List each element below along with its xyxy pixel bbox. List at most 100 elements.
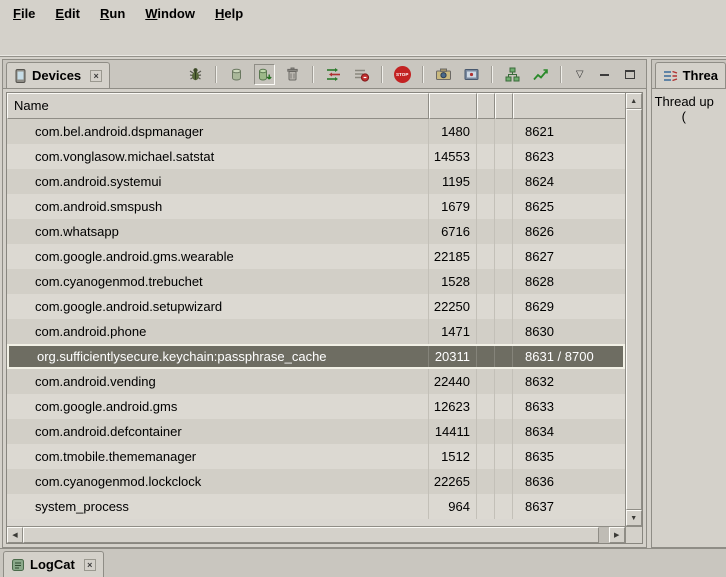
process-row[interactable]: com.android.vending224408632 bbox=[7, 369, 625, 394]
stop-process-button[interactable]: STOP bbox=[392, 64, 413, 85]
process-pid: 14553 bbox=[429, 144, 477, 169]
menu-file[interactable]: File bbox=[4, 3, 44, 24]
main-toolbar bbox=[0, 26, 726, 57]
process-port: 8633 bbox=[513, 394, 625, 419]
toolbar-separator bbox=[381, 66, 383, 83]
process-name: com.android.smspush bbox=[7, 194, 429, 219]
column-header-empty[interactable] bbox=[477, 93, 495, 119]
cell-empty bbox=[477, 394, 495, 419]
scroll-left-arrow[interactable]: ◀ bbox=[7, 527, 23, 543]
horizontal-scroll-thumb[interactable] bbox=[23, 527, 599, 543]
process-name: com.google.android.setupwizard bbox=[7, 294, 429, 319]
scroll-down-arrow[interactable]: ▼ bbox=[626, 510, 642, 526]
process-row[interactable]: com.google.android.gms126238633 bbox=[7, 394, 625, 419]
process-port: 8626 bbox=[513, 219, 625, 244]
process-row[interactable]: com.cyanogenmod.trebuchet15288628 bbox=[7, 269, 625, 294]
debug-process-button[interactable] bbox=[185, 64, 206, 85]
cause-gc-button[interactable] bbox=[282, 64, 303, 85]
method-profiling-icon bbox=[353, 66, 370, 83]
process-name: com.android.vending bbox=[7, 369, 429, 394]
process-row[interactable]: com.android.smspush16798625 bbox=[7, 194, 625, 219]
process-row[interactable]: com.bel.android.dspmanager14808621 bbox=[7, 119, 625, 144]
process-row[interactable]: com.whatsapp67168626 bbox=[7, 219, 625, 244]
dump-hprof-button[interactable] bbox=[254, 64, 275, 85]
ui-hierarchy-button[interactable] bbox=[502, 64, 523, 85]
close-icon[interactable]: × bbox=[90, 70, 102, 82]
column-header-pid[interactable] bbox=[429, 93, 477, 119]
threads-message-line1: Thread up bbox=[655, 94, 726, 109]
systrace-button[interactable] bbox=[530, 64, 551, 85]
cell-empty bbox=[477, 219, 495, 244]
process-port: 8630 bbox=[513, 319, 625, 344]
scroll-up-arrow[interactable]: ▲ bbox=[626, 93, 642, 109]
tab-devices-label: Devices bbox=[32, 68, 81, 83]
process-name: com.bel.android.dspmanager bbox=[7, 119, 429, 144]
process-row[interactable]: com.tmobile.thememanager15128635 bbox=[7, 444, 625, 469]
update-heap-button[interactable] bbox=[226, 64, 247, 85]
process-row[interactable]: system_process9648637 bbox=[7, 494, 625, 519]
process-name: com.vonglasow.michael.satstat bbox=[7, 144, 429, 169]
process-port: 8636 bbox=[513, 469, 625, 494]
process-row[interactable]: com.google.android.gms.wearable221858627 bbox=[7, 244, 625, 269]
screen-capture-button[interactable] bbox=[433, 64, 454, 85]
cell-empty bbox=[495, 169, 513, 194]
process-pid: 964 bbox=[429, 494, 477, 519]
process-name: com.google.android.gms.wearable bbox=[7, 244, 429, 269]
vertical-scrollbar[interactable]: ▲ ▼ bbox=[625, 93, 642, 526]
cell-empty bbox=[477, 444, 495, 469]
process-name: com.android.defcontainer bbox=[7, 419, 429, 444]
process-row[interactable]: com.vonglasow.michael.satstat145538623 bbox=[7, 144, 625, 169]
heap-cylinder-icon bbox=[228, 66, 245, 83]
column-header-port[interactable] bbox=[513, 93, 625, 119]
process-pid: 1679 bbox=[429, 194, 477, 219]
update-threads-button[interactable] bbox=[323, 64, 344, 85]
maximize-view-button[interactable] bbox=[621, 67, 639, 83]
threads-tabbar: Threa bbox=[652, 60, 726, 89]
tab-logcat[interactable]: LogCat × bbox=[3, 551, 104, 577]
toolbar-separator bbox=[215, 66, 217, 83]
process-row[interactable]: com.cyanogenmod.lockclock222658636 bbox=[7, 469, 625, 494]
tab-threads[interactable]: Threa bbox=[655, 62, 726, 89]
process-row[interactable]: com.android.defcontainer144118634 bbox=[7, 419, 625, 444]
cell-empty bbox=[477, 294, 495, 319]
devices-view: Devices × bbox=[2, 59, 647, 548]
process-row[interactable]: com.google.android.setupwizard222508629 bbox=[7, 294, 625, 319]
menu-edit[interactable]: Edit bbox=[46, 3, 89, 24]
menubar: FileEditRunWindowHelp bbox=[0, 0, 726, 26]
hprof-cylinder-icon bbox=[256, 66, 273, 83]
process-row[interactable]: com.android.phone14718630 bbox=[7, 319, 625, 344]
close-icon[interactable]: × bbox=[84, 559, 96, 571]
cell-empty bbox=[477, 269, 495, 294]
view-menu-button[interactable]: ▽ bbox=[571, 67, 589, 83]
column-header-name[interactable]: Name bbox=[7, 93, 429, 119]
cell-empty bbox=[495, 219, 513, 244]
threads-message-line2: ( bbox=[682, 109, 726, 124]
tab-threads-label: Threa bbox=[683, 68, 718, 83]
process-row[interactable]: com.android.systemui11958624 bbox=[7, 169, 625, 194]
process-row-selected[interactable]: org.sufficientlysecure.keychain:passphra… bbox=[7, 344, 625, 369]
scroll-right-arrow[interactable]: ▶ bbox=[609, 527, 625, 543]
cell-empty bbox=[477, 494, 495, 519]
menu-run[interactable]: Run bbox=[91, 3, 134, 24]
process-port: 8637 bbox=[513, 494, 625, 519]
cell-empty bbox=[477, 319, 495, 344]
process-name: com.whatsapp bbox=[7, 219, 429, 244]
screen-record-button[interactable] bbox=[461, 64, 482, 85]
method-profiling-button[interactable] bbox=[351, 64, 372, 85]
vertical-scroll-thumb[interactable] bbox=[626, 109, 642, 510]
cell-empty bbox=[495, 444, 513, 469]
cell-empty bbox=[495, 319, 513, 344]
process-pid: 22185 bbox=[429, 244, 477, 269]
maximize-icon bbox=[625, 70, 635, 79]
tab-devices[interactable]: Devices × bbox=[6, 62, 110, 89]
menu-window[interactable]: Window bbox=[136, 3, 204, 24]
horizontal-scrollbar[interactable]: ◀ ▶ bbox=[7, 527, 625, 543]
devices-tabbar: Devices × bbox=[3, 60, 646, 89]
scroll-trough[interactable] bbox=[599, 527, 609, 543]
minimize-view-button[interactable] bbox=[596, 67, 614, 83]
tab-logcat-label: LogCat bbox=[30, 557, 75, 572]
process-port: 8621 bbox=[513, 119, 625, 144]
column-header-empty[interactable] bbox=[495, 93, 513, 119]
menu-help[interactable]: Help bbox=[206, 3, 252, 24]
toolbar-separator bbox=[491, 66, 493, 83]
